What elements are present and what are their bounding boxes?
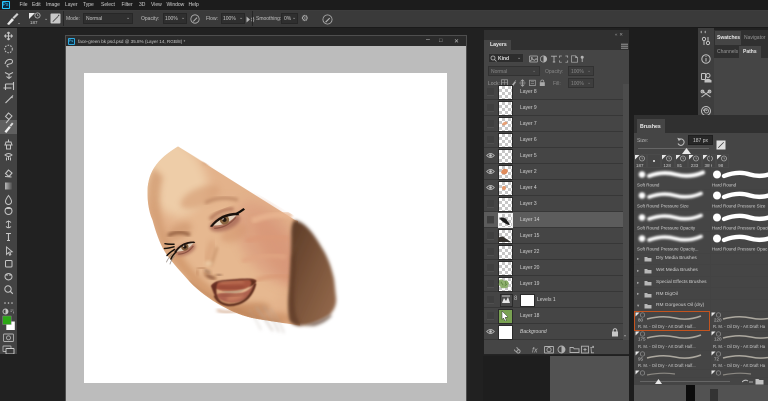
svg-text:175: 175 — [638, 337, 646, 342]
svg-text:fx: fx — [532, 348, 538, 355]
svg-text:72: 72 — [714, 356, 719, 361]
svg-text:Soft Round Pressure Opacity...: Soft Round Pressure Opacity... — [637, 246, 698, 251]
svg-text:Hard Round Pressure Opac: Hard Round Pressure Opac — [712, 246, 768, 251]
svg-text:Hard Round Pressure Opacit: Hard Round Pressure Opacit — [712, 225, 768, 230]
svg-text:Soft Round: Soft Round — [637, 182, 660, 187]
svg-text:Soft Round Pressure Size: Soft Round Pressure Size — [637, 204, 689, 209]
svg-text:120: 120 — [714, 337, 722, 342]
svg-text:220: 220 — [714, 317, 722, 322]
svg-text:95: 95 — [638, 356, 643, 361]
svg-text:Hard Round Pressure Size: Hard Round Pressure Size — [712, 204, 766, 209]
svg-text:Soft Round Pressure Opacity: Soft Round Pressure Opacity — [637, 225, 696, 230]
svg-text:Hard Round: Hard Round — [712, 182, 737, 187]
